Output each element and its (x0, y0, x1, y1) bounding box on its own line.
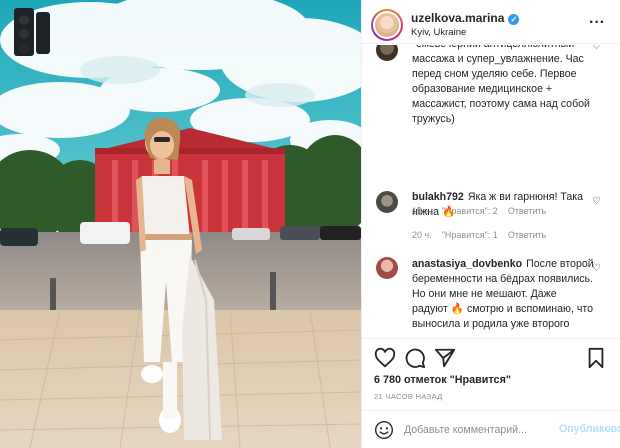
post-header: uzelkova.marina ✓ Kyiv, Ukraine ··· (362, 0, 620, 44)
comment-likes[interactable]: "Нравится": 1 (442, 230, 498, 240)
publish-button[interactable]: Опубликовать (559, 423, 620, 435)
comment-heart-icon[interactable]: ♡ (592, 45, 601, 52)
comment-heart-icon[interactable]: ♡ (592, 263, 601, 274)
comment-heart-icon[interactable]: ♡ (592, 196, 601, 207)
share-icon[interactable] (434, 347, 456, 369)
comment-avatar[interactable] (376, 191, 398, 213)
comment-text: ежевечерний антицеллюлитный массажа и су… (412, 45, 590, 125)
add-comment-bar: Опубликовать (362, 410, 620, 448)
likes-count[interactable]: 6 780 отметок "Нравится" (374, 374, 511, 386)
comment-username[interactable]: bulakh792 (412, 191, 464, 203)
comment-icon[interactable] (404, 347, 426, 369)
comment-username[interactable]: anastasiya_dovbenko (412, 258, 522, 270)
comment-body: anastasiya_dovbenko После второй беременн… (412, 257, 594, 332)
comment-meta: 20 ч. "Нравится": 1 Ответить (412, 230, 556, 240)
comment-avatar[interactable] (376, 257, 398, 279)
comment-body: bulakh792 Яка ж ви гарнюня! Така ніжна 🔥 (412, 190, 594, 220)
verified-badge-icon: ✓ (508, 14, 520, 25)
reply-button[interactable]: Ответить (508, 230, 546, 240)
comment-input[interactable] (404, 421, 554, 439)
more-options-icon[interactable]: ··· (589, 14, 605, 32)
comment-body: ежевечерний антицеллюлитный массажа и су… (412, 45, 594, 187)
action-bar: 6 780 отметок "Нравится" 21 ЧАСОВ НАЗАД (362, 338, 620, 410)
comments-list[interactable]: ежевечерний антицеллюлитный массажа и су… (362, 45, 620, 338)
post-side-panel: uzelkova.marina ✓ Kyiv, Ukraine ··· ежеве… (361, 0, 620, 448)
username-link[interactable]: uzelkova.marina ✓ (411, 11, 520, 25)
fire-emoji: 🔥 (450, 303, 464, 315)
bookmark-icon[interactable] (585, 347, 607, 369)
username-text[interactable]: uzelkova.marina (411, 11, 504, 25)
heart-icon[interactable] (374, 347, 396, 369)
fire-emoji: 🔥 (442, 206, 456, 218)
comment-avatar[interactable] (376, 45, 398, 61)
post-photo[interactable] (0, 0, 361, 448)
emoji-icon[interactable] (374, 420, 394, 440)
location-link[interactable]: Kyiv, Ukraine (411, 27, 466, 38)
post-time[interactable]: 21 ЧАСОВ НАЗАД (374, 392, 443, 401)
avatar-image (375, 13, 399, 37)
avatar[interactable] (371, 9, 403, 41)
comment-time: 20 ч. (412, 230, 432, 240)
